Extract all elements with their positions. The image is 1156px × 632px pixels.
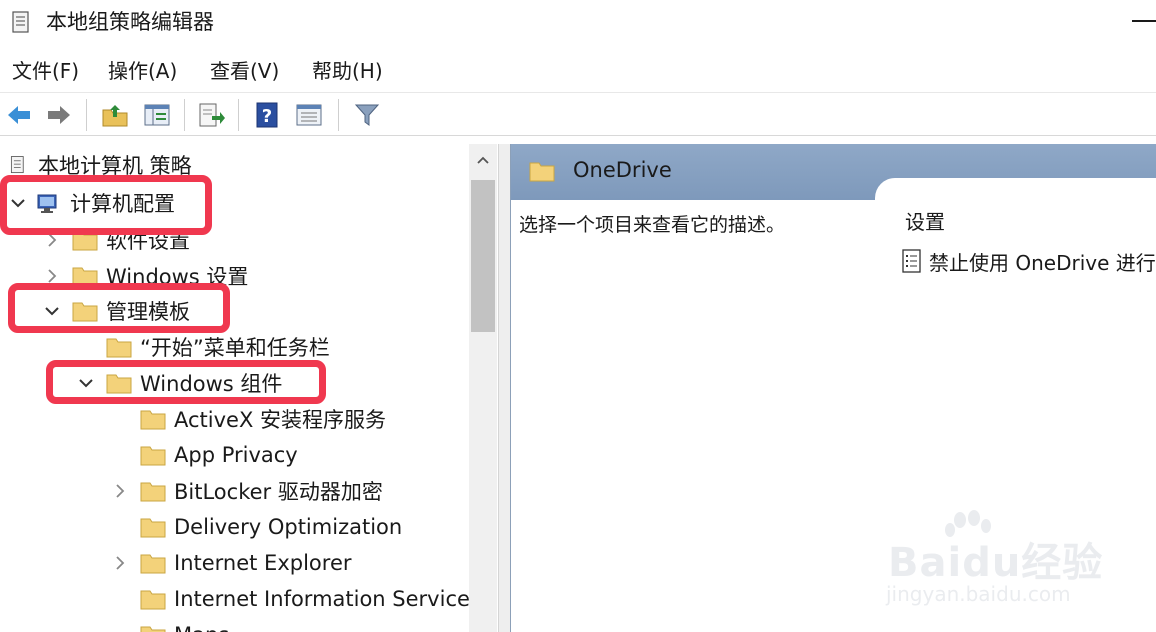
window-title: 本地组策略编辑器 <box>46 10 214 34</box>
folder-icon <box>140 482 166 502</box>
svg-text:?: ? <box>262 106 272 127</box>
folder-icon <box>140 410 166 430</box>
watermark-brand: Baidu经验 <box>888 540 1104 586</box>
toolbar: ? <box>0 92 1156 136</box>
tree-item-start-menu[interactable]: “开始”菜单和任务栏 <box>106 330 330 364</box>
toolbar-separator <box>238 99 239 131</box>
policy-editor-icon <box>12 11 29 33</box>
toolbar-separator <box>86 99 87 131</box>
tree-item-delivery-optimization[interactable]: Delivery Optimization <box>140 510 402 544</box>
back-arrow-icon[interactable] <box>4 101 34 129</box>
tree-item-maps[interactable]: Maps <box>140 618 229 632</box>
tree-item-iis[interactable]: Internet Information Service <box>140 582 470 616</box>
tree-item-label: BitLocker 驱动器加密 <box>174 480 383 504</box>
folder-icon <box>140 446 166 466</box>
tree-item-label: Internet Information Service <box>174 587 470 611</box>
highlight-box <box>8 283 230 333</box>
chevron-right-icon[interactable] <box>112 483 128 499</box>
chevron-right-icon[interactable] <box>112 555 128 571</box>
menu-view[interactable]: 查看(V) <box>210 58 279 84</box>
policy-document-icon <box>10 156 24 174</box>
tree-item-label: “开始”菜单和任务栏 <box>140 336 330 360</box>
export-list-icon[interactable] <box>196 101 226 129</box>
settings-column-header[interactable]: 设置 <box>905 206 945 235</box>
policy-setting-icon <box>902 249 921 273</box>
menu-help[interactable]: 帮助(H) <box>312 58 383 84</box>
watermark-url: jingyan.baidu.com <box>886 582 1071 606</box>
setting-label: 禁止使用 OneDrive 进行 <box>929 250 1156 275</box>
tree-item-label: App Privacy <box>174 443 298 467</box>
tree-item-label: Internet Explorer <box>174 551 352 575</box>
watermark: Baidu经验 jingyan.baidu.com <box>884 510 1114 620</box>
folder-icon <box>106 338 132 358</box>
description-text: 选择一个项目来查看它的描述。 <box>519 214 786 236</box>
scroll-thumb[interactable] <box>471 180 495 332</box>
menu-bar: 文件(F) 操作(A) 查看(V) 帮助(H) <box>0 52 1156 90</box>
details-title: OneDrive <box>573 158 672 182</box>
tree-item-label: Maps <box>174 623 229 632</box>
folder-icon <box>140 554 166 574</box>
tree-item-internet-explorer[interactable]: Internet Explorer <box>140 546 352 580</box>
filter-icon[interactable] <box>352 101 382 129</box>
tree-item-bitlocker[interactable]: BitLocker 驱动器加密 <box>140 474 383 508</box>
minimize-button[interactable] <box>1132 20 1156 22</box>
toolbar-separator <box>184 99 185 131</box>
folder-icon <box>140 590 166 610</box>
title-bar: 本地组策略编辑器 <box>0 0 1156 44</box>
tree-item-label: ActiveX 安装程序服务 <box>174 408 387 432</box>
menu-action[interactable]: 操作(A) <box>108 58 177 84</box>
up-folder-icon[interactable] <box>100 101 130 129</box>
highlight-box <box>46 360 326 404</box>
setting-item[interactable]: 禁止使用 OneDrive 进行 <box>901 244 1156 278</box>
properties-icon[interactable] <box>294 101 324 129</box>
tree-item-app-privacy[interactable]: App Privacy <box>140 438 298 472</box>
tree-item-activex[interactable]: ActiveX 安装程序服务 <box>140 402 386 436</box>
highlight-box <box>0 175 212 235</box>
help-icon[interactable]: ? <box>252 101 282 129</box>
folder-icon <box>140 626 166 632</box>
chevron-right-icon[interactable] <box>44 268 60 284</box>
folder-icon <box>529 162 555 182</box>
scroll-up-icon[interactable] <box>477 156 489 164</box>
menu-file[interactable]: 文件(F) <box>12 58 79 84</box>
show-hide-tree-icon[interactable] <box>142 101 172 129</box>
folder-icon <box>140 518 166 538</box>
tree-scrollbar[interactable] <box>469 144 497 632</box>
pane-divider[interactable] <box>498 144 510 632</box>
tree-item-label: Delivery Optimization <box>174 515 403 539</box>
toolbar-separator <box>338 99 339 131</box>
forward-arrow-icon[interactable] <box>44 101 74 129</box>
